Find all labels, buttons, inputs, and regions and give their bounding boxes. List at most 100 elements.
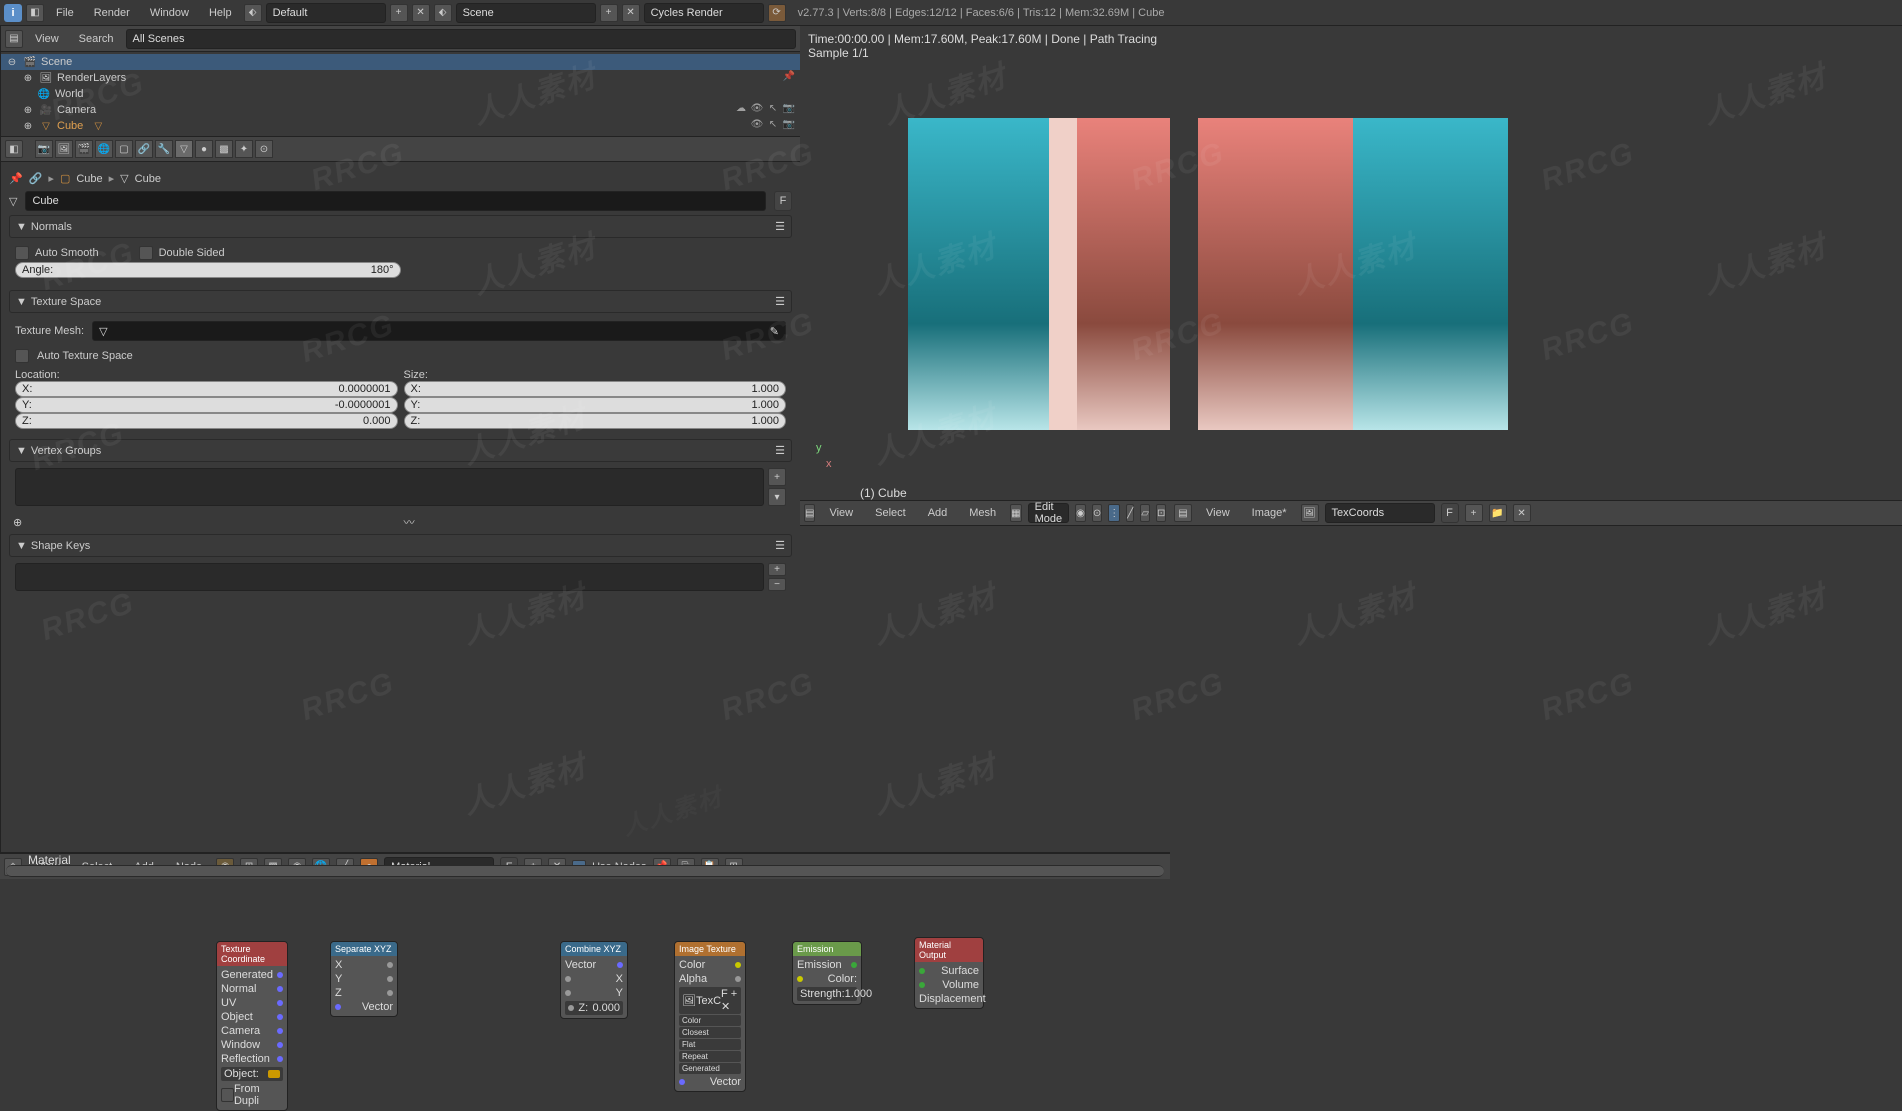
shape-keys-section-header[interactable]: ▼Shape Keys☰ xyxy=(9,534,792,557)
pin-icon[interactable]: 📌 xyxy=(9,172,23,185)
node-header[interactable]: Emission xyxy=(793,942,861,956)
texture-mesh-input[interactable]: ▽✎ xyxy=(92,321,786,341)
size-x-input[interactable]: X:1.000 xyxy=(404,381,787,397)
texture-space-section-header[interactable]: ▼Texture Space☰ xyxy=(9,290,792,313)
editor-type-icon[interactable]: ▤ xyxy=(804,504,815,522)
close-layout-icon[interactable]: ✕ xyxy=(412,4,430,22)
particles-tab-icon[interactable]: ✦ xyxy=(235,140,253,158)
node-separate-xyz[interactable]: Separate XYZ X Y Z Vector xyxy=(330,941,398,1017)
menu-render[interactable]: Render xyxy=(86,4,138,22)
outliner-filter[interactable]: All Scenes xyxy=(126,29,796,49)
add-sk-icon[interactable]: + xyxy=(768,563,786,576)
outliner-item-camera[interactable]: ⊕🎥Camera☁👁↖📷 xyxy=(1,102,800,118)
pivot-icon[interactable]: ⊙ xyxy=(1092,504,1102,522)
viewport-left[interactable]: Time:00:00.00 | Mem:17.60M, Peak:17.60M … xyxy=(800,26,1170,526)
grip-icon[interactable]: ☰ xyxy=(775,444,785,457)
node-editor[interactable]: Texture Coordinate Generated Normal UV O… xyxy=(0,852,1170,853)
outliner-tree[interactable]: ⊖🎬Scene ⊕🖼RenderLayers📌 🌐World ⊕🎥Camera☁… xyxy=(1,52,800,136)
mesh-menu[interactable]: Mesh xyxy=(961,504,1004,522)
editor-type-icon[interactable]: ▤ xyxy=(1174,504,1192,522)
colorspace-select[interactable]: Color xyxy=(679,1015,741,1026)
fake-user-button[interactable]: F xyxy=(1441,503,1459,523)
viewport-right[interactable]: ▤ View Image* 🖼 TexCoords F + 📁 ✕ xyxy=(1170,26,1902,526)
shading-icon[interactable]: ◉ xyxy=(1075,504,1086,522)
back-icon[interactable]: ⬖ xyxy=(244,4,262,22)
projection-select[interactable]: Flat xyxy=(679,1039,741,1050)
material-tab-icon[interactable]: ● xyxy=(195,140,213,158)
limit-sel-icon[interactable]: ⊡ xyxy=(1156,504,1166,522)
editor-type-icon[interactable]: ◧ xyxy=(5,140,23,158)
unlink-icon[interactable]: ✕ xyxy=(1513,504,1531,522)
loc-y-input[interactable]: Y:-0.0000001 xyxy=(15,397,398,413)
data-tab-icon[interactable]: ▽ xyxy=(175,140,193,158)
outliner-item-scene[interactable]: ⊖🎬Scene xyxy=(1,54,800,70)
z-input[interactable]: Z:0.000 xyxy=(565,1001,623,1015)
node-header[interactable]: Combine XYZ xyxy=(561,942,627,956)
add-image-icon[interactable]: + xyxy=(1465,504,1483,522)
close-scene-icon[interactable]: ✕ xyxy=(622,4,640,22)
special-vg-icon[interactable]: ▾ xyxy=(768,488,786,506)
render-icon[interactable]: 📷 xyxy=(782,119,796,133)
loc-z-input[interactable]: Z:0.000 xyxy=(15,413,398,429)
add-menu[interactable]: Add xyxy=(920,504,956,522)
face-select-icon[interactable]: ▱ xyxy=(1140,504,1150,522)
render-tab-icon[interactable]: 📷 xyxy=(35,140,53,158)
constraints-tab-icon[interactable]: 🔗 xyxy=(135,140,153,158)
node-header[interactable]: Material Output xyxy=(915,938,983,962)
cursor-icon[interactable]: ↖ xyxy=(766,119,780,133)
object-field[interactable]: Object: xyxy=(221,1067,283,1081)
grip-icon[interactable]: ☰ xyxy=(775,295,785,308)
vert-select-icon[interactable]: ⋮ xyxy=(1108,504,1120,522)
shape-keys-list[interactable] xyxy=(15,563,764,591)
layers-tab-icon[interactable]: 🖼 xyxy=(55,140,73,158)
object-tab-icon[interactable]: ▢ xyxy=(115,140,133,158)
node-header[interactable]: Image Texture xyxy=(675,942,745,956)
add-scene-icon[interactable]: + xyxy=(600,4,618,22)
loc-x-input[interactable]: X:0.0000001 xyxy=(15,381,398,397)
add-spacer-icon[interactable]: ⊕ xyxy=(13,516,22,529)
eyedropper-icon[interactable]: ✎ xyxy=(770,325,779,338)
texture-tab-icon[interactable]: ▩ xyxy=(215,140,233,158)
add-layout-icon[interactable]: + xyxy=(390,4,408,22)
scene-icon[interactable]: ⬖ xyxy=(434,4,452,22)
node-scrollbar[interactable] xyxy=(6,865,1164,877)
breadcrumb-data[interactable]: Cube xyxy=(135,173,161,185)
image-name-input[interactable]: TexCoords xyxy=(1325,503,1435,523)
grip-icon[interactable]: 〰 xyxy=(404,514,415,530)
auto-smooth-checkbox[interactable] xyxy=(15,246,29,260)
normals-section-header[interactable]: ▼Normals☰ xyxy=(9,215,792,238)
open-image-icon[interactable]: 📁 xyxy=(1489,504,1507,522)
double-sided-checkbox[interactable] xyxy=(139,246,153,260)
breadcrumb-object[interactable]: Cube xyxy=(76,173,102,185)
remove-sk-icon[interactable]: − xyxy=(768,578,786,591)
editor-type-icon[interactable]: ▤ xyxy=(5,30,23,48)
mode-selector[interactable]: Edit Mode xyxy=(1028,503,1070,523)
node-material-output[interactable]: Material Output Surface Volume Displacem… xyxy=(914,937,984,1009)
grip-icon[interactable]: ☰ xyxy=(775,220,785,233)
modifiers-tab-icon[interactable]: 🔧 xyxy=(155,140,173,158)
scene-tab-icon[interactable]: 🎬 xyxy=(75,140,93,158)
grip-icon[interactable]: ☰ xyxy=(775,539,785,552)
view-menu[interactable]: View xyxy=(821,504,861,522)
fake-user-button[interactable]: F xyxy=(774,191,792,211)
window-type-icon[interactable]: ◧ xyxy=(26,4,44,22)
node-image-texture[interactable]: Image Texture Color Alpha 🖼TexCF + ✕ Col… xyxy=(674,941,746,1092)
outliner-item-renderlayers[interactable]: ⊕🖼RenderLayers📌 xyxy=(1,70,800,86)
angle-input[interactable]: Angle:180° xyxy=(15,262,401,278)
layout-selector[interactable]: Default xyxy=(266,3,386,23)
world-tab-icon[interactable]: 🌐 xyxy=(95,140,113,158)
image-icon[interactable]: 🖼 xyxy=(1301,504,1319,522)
vertex-groups-list[interactable] xyxy=(15,468,764,506)
mesh-name-input[interactable]: Cube xyxy=(25,191,766,211)
from-dupli-checkbox[interactable]: From Dupli xyxy=(221,1082,283,1108)
vertex-groups-section-header[interactable]: ▼Vertex Groups☰ xyxy=(9,439,792,462)
node-texture-coordinate[interactable]: Texture Coordinate Generated Normal UV O… xyxy=(216,941,288,1111)
search-menu[interactable]: Search xyxy=(71,30,122,48)
select-menu[interactable]: Select xyxy=(867,504,914,522)
edge-select-icon[interactable]: ╱ xyxy=(1126,504,1134,522)
scene-selector[interactable]: Scene xyxy=(456,3,596,23)
auto-texspace-checkbox[interactable] xyxy=(15,349,29,363)
pin-icon[interactable]: 📌 xyxy=(782,71,796,85)
menu-window[interactable]: Window xyxy=(142,4,197,22)
size-z-input[interactable]: Z:1.000 xyxy=(404,413,787,429)
